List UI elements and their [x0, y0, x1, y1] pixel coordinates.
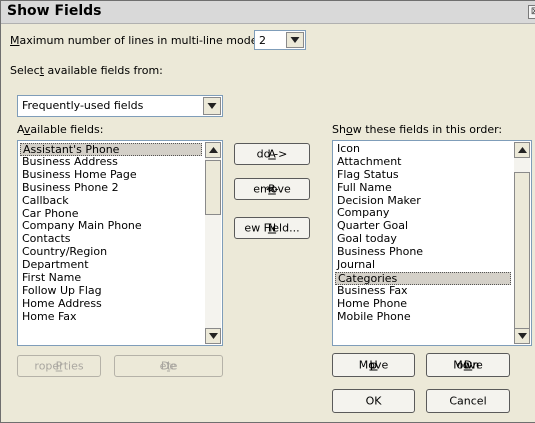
- max-lines-label: Maximum number of lines in multi-line mo…: [10, 34, 262, 47]
- close-icon[interactable]: ⊠: [528, 5, 535, 19]
- arrow-down-icon[interactable]: [205, 328, 221, 344]
- delete-button[interactable]: De l ete: [114, 355, 223, 377]
- chevron-down-icon[interactable]: [203, 97, 221, 115]
- show-scrollbar[interactable]: [514, 142, 530, 344]
- cancel-button[interactable]: Cancel: [426, 389, 510, 413]
- window-title: Show Fields: [7, 3, 102, 19]
- list-item[interactable]: Home Phone: [335, 297, 511, 311]
- show-fields-items: Icon Attachment Flag Status Full Name Decisi…: [335, 142, 511, 324]
- title-bar: Show Fields ⊠: [1, 1, 535, 24]
- list-item[interactable]: Full Name: [335, 181, 511, 195]
- list-item[interactable]: Mobile Phone: [335, 310, 511, 324]
- properties-button[interactable]: Properties: [17, 355, 101, 377]
- ok-button[interactable]: OK: [332, 389, 415, 413]
- list-item[interactable]: Flag Status: [335, 168, 511, 182]
- move-up-button[interactable]: Move Up: [332, 353, 415, 377]
- list-item[interactable]: Journal: [335, 258, 511, 272]
- list-item[interactable]: Business Phone 2: [20, 181, 202, 195]
- add-button[interactable]: Add ->: [234, 143, 310, 165]
- list-item[interactable]: Attachment: [335, 155, 511, 169]
- field-source-value: Frequently-used fields: [22, 99, 144, 112]
- arrow-up-icon[interactable]: [514, 142, 530, 158]
- select-from-label: Select available fields from:: [10, 64, 163, 77]
- list-item[interactable]: Business Home Page: [20, 168, 202, 182]
- list-item[interactable]: Home Fax: [20, 310, 202, 324]
- available-fields-label: Available fields:: [17, 123, 104, 136]
- show-fields-list[interactable]: Icon Attachment Flag Status Full Name Decisi…: [332, 140, 532, 346]
- arrow-up-icon[interactable]: [205, 142, 221, 158]
- show-fields-dialog: Show Fields ⊠ Maximum number of lines in…: [0, 0, 535, 423]
- list-item[interactable]: Categories: [335, 271, 511, 285]
- show-fields-label: Show these fields in this order:: [332, 123, 503, 136]
- arrow-down-icon[interactable]: [514, 328, 530, 344]
- list-item[interactable]: Callback: [20, 194, 202, 208]
- scroll-thumb[interactable]: [205, 160, 221, 215]
- max-lines-select[interactable]: 2: [254, 30, 306, 50]
- chevron-down-icon[interactable]: [286, 32, 304, 48]
- scroll-thumb[interactable]: [514, 172, 530, 332]
- available-fields-list[interactable]: Assistant's Phone Business Address Busines…: [17, 140, 223, 346]
- list-item[interactable]: Business Address: [20, 155, 202, 169]
- available-scrollbar[interactable]: [205, 142, 221, 344]
- remove-button[interactable]: <- Remove: [234, 178, 310, 200]
- new-field-button[interactable]: New Field...: [234, 217, 310, 239]
- list-item[interactable]: Follow Up Flag: [20, 284, 202, 298]
- available-fields-items: Assistant's Phone Business Address Busines…: [20, 143, 202, 324]
- list-item[interactable]: Home Address: [20, 297, 202, 311]
- field-source-select[interactable]: Frequently-used fields: [17, 95, 223, 117]
- list-item[interactable]: First Name: [20, 271, 202, 285]
- move-down-button[interactable]: Move Down: [426, 353, 510, 377]
- list-item[interactable]: Icon: [335, 142, 511, 156]
- max-lines-value: 2: [259, 34, 266, 47]
- list-item[interactable]: Business Fax: [335, 284, 511, 298]
